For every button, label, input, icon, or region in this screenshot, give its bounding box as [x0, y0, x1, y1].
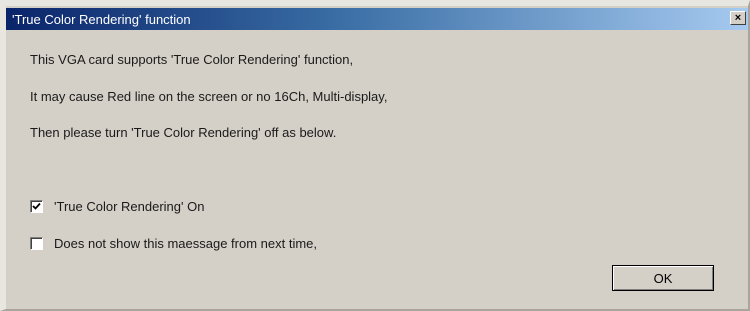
dont-show-again-label: Does not show this maessage from next ti… — [54, 236, 318, 251]
dialog-title: 'True Color Rendering' function — [12, 11, 191, 27]
close-icon: × — [734, 12, 742, 24]
close-button[interactable]: × — [730, 11, 746, 25]
dont-show-again-checkbox[interactable] — [30, 237, 43, 250]
true-color-checkbox[interactable] — [30, 200, 43, 213]
title-bar[interactable]: 'True Color Rendering' function × — [6, 8, 748, 30]
message-line-2: It may cause Red line on the screen or n… — [30, 89, 388, 104]
true-color-label: 'True Color Rendering' On — [54, 199, 205, 214]
message-line-1: This VGA card supports 'True Color Rende… — [30, 52, 354, 67]
ok-button[interactable]: OK — [612, 265, 714, 291]
option-true-color-rendering[interactable]: 'True Color Rendering' On — [30, 199, 204, 214]
checkmark-icon — [32, 202, 41, 210]
option-dont-show-again[interactable]: Does not show this maessage from next ti… — [30, 236, 317, 251]
message-line-3: Then please turn 'True Color Rendering' … — [30, 125, 337, 140]
